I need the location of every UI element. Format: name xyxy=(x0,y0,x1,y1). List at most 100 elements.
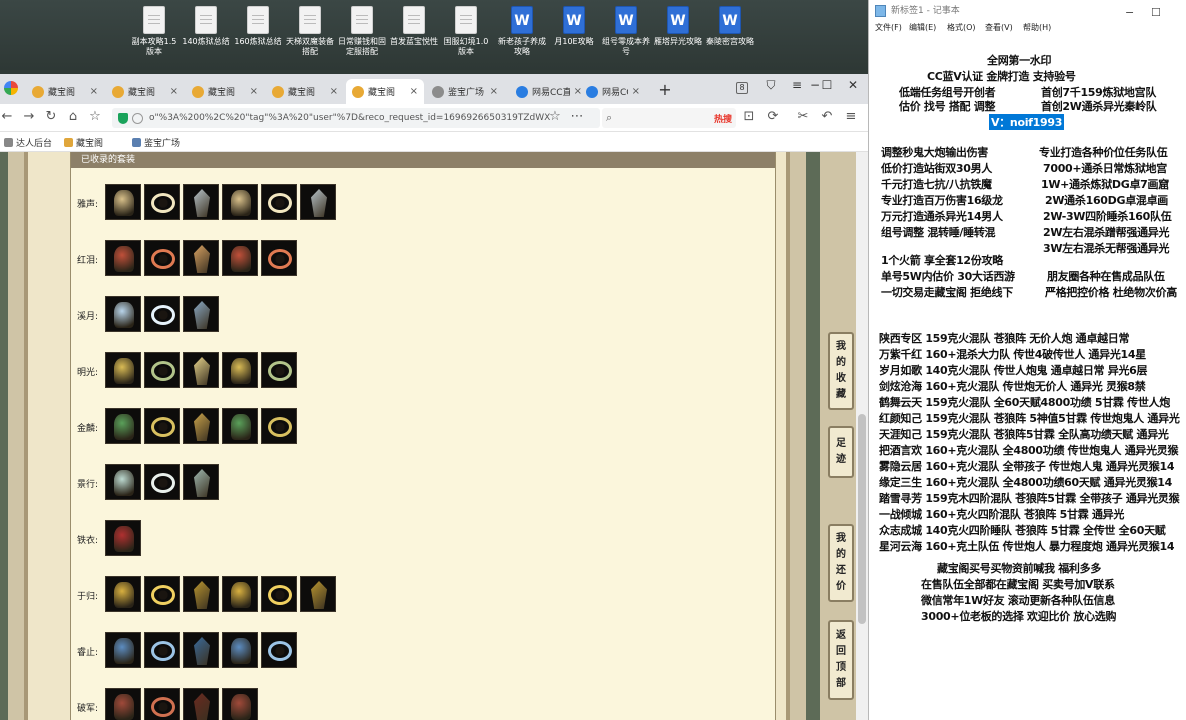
address-text[interactable]: o"%3A%200%2C%20"tag"%3A%20"user"%7D&reco… xyxy=(149,113,569,123)
desktop-icon[interactable]: 国服幻境1.0版本 xyxy=(440,6,492,57)
settings-menu-icon[interactable]: ≡ xyxy=(842,109,860,124)
outfit-item-icon[interactable] xyxy=(105,520,141,556)
sync-icon[interactable]: ⟳ xyxy=(764,109,782,124)
desktop-icon[interactable]: W 雁塔异光攻略 xyxy=(652,6,704,47)
hot-search-label[interactable]: 热搜 xyxy=(714,112,732,125)
desktop-icon[interactable]: W 组号零成本养号 xyxy=(600,6,652,57)
browser-tab[interactable]: 藏宝阁 × xyxy=(346,79,424,104)
reload-button[interactable]: ↻ xyxy=(42,109,60,124)
browser-tab[interactable]: 网易CC直播× xyxy=(510,79,588,104)
favorite-star-icon[interactable]: ☆ xyxy=(546,109,564,124)
outfit-item-icon[interactable] xyxy=(144,240,180,276)
desktop-icon[interactable]: 160炼狱总结 xyxy=(232,6,284,47)
outfit-item-icon[interactable] xyxy=(144,408,180,444)
forward-button[interactable]: → xyxy=(20,109,38,124)
bookmark-item[interactable]: 鉴宝广场 xyxy=(132,136,180,149)
outfit-item-icon[interactable] xyxy=(183,632,219,668)
outfit-item-icon[interactable] xyxy=(183,240,219,276)
tab-close-icon[interactable]: × xyxy=(250,86,258,97)
page-scrollbar[interactable] xyxy=(856,152,868,720)
tab-close-icon[interactable]: × xyxy=(490,86,498,97)
outfit-item-icon[interactable] xyxy=(261,408,297,444)
notepad-text-area[interactable]: 全网第一水印 CC蓝V认证 金牌打造 支持验号 低端任务组号开创者 首创7千159炼狱… xyxy=(869,36,1186,720)
notepad-menu-item[interactable]: 编辑(E) xyxy=(909,22,936,33)
desktop-icon[interactable]: 天梯双魔装备搭配 xyxy=(284,6,336,57)
close-window-button[interactable]: ✕ xyxy=(842,78,864,92)
notepad-menu-item[interactable]: 格式(O) xyxy=(947,22,976,33)
bookmark-item[interactable]: 达人后台 xyxy=(4,136,52,149)
outfit-item-icon[interactable] xyxy=(144,632,180,668)
outfit-item-icon[interactable] xyxy=(105,464,141,500)
outfit-item-icon[interactable] xyxy=(183,688,219,720)
outfit-item-icon[interactable] xyxy=(222,632,258,668)
outfit-item-icon[interactable] xyxy=(261,632,297,668)
scrollbar-thumb[interactable] xyxy=(858,414,866,624)
notepad-minimize-button[interactable]: − xyxy=(1125,2,1134,24)
desktop-icon[interactable]: 日常赚钱和固定服搭配 xyxy=(336,6,388,57)
outfit-item-icon[interactable] xyxy=(261,352,297,388)
outfit-item-icon[interactable] xyxy=(222,576,258,612)
tab-close-icon[interactable]: × xyxy=(90,86,98,97)
outfit-item-icon[interactable] xyxy=(144,464,180,500)
back-button[interactable]: ← xyxy=(0,109,16,124)
outfit-item-icon[interactable] xyxy=(144,352,180,388)
more-dots-icon[interactable]: ⋯ xyxy=(568,109,586,124)
desktop-icon[interactable]: 首发蓝宝悦性 xyxy=(388,6,440,47)
outfit-item-icon[interactable] xyxy=(183,296,219,332)
outfit-item-icon[interactable] xyxy=(222,352,258,388)
outfit-item-icon[interactable] xyxy=(105,184,141,220)
home-button[interactable]: ⌂ xyxy=(64,109,82,124)
tab-close-icon[interactable]: × xyxy=(410,86,418,97)
site-info-icon[interactable] xyxy=(132,112,143,124)
back-to-top-button[interactable]: 返回顶部 xyxy=(828,620,854,700)
outfit-item-icon[interactable] xyxy=(105,296,141,332)
outfit-item-icon[interactable] xyxy=(105,352,141,388)
browser-tab[interactable]: 网易CC × xyxy=(580,79,646,104)
notepad-menu-item[interactable]: 查看(V) xyxy=(985,22,1013,33)
new-tab-button[interactable]: + xyxy=(654,80,676,99)
bookmark-item[interactable]: 藏宝阁 xyxy=(64,136,103,149)
outfit-item-icon[interactable] xyxy=(105,688,141,720)
address-bar[interactable]: o"%3A%200%2C%20"tag"%3A%20"user"%7D&reco… xyxy=(112,108,600,128)
browser-logo-icon[interactable] xyxy=(4,81,18,95)
outfit-item-icon[interactable] xyxy=(105,576,141,612)
bookmark-star-icon[interactable]: ☆ xyxy=(86,109,104,124)
outfit-item-icon[interactable] xyxy=(144,576,180,612)
tab-close-icon[interactable]: × xyxy=(632,86,640,97)
outfit-item-icon[interactable] xyxy=(222,408,258,444)
desktop-icon[interactable]: 副本攻略1.5版本 xyxy=(128,6,180,57)
outfit-item-icon[interactable] xyxy=(222,184,258,220)
outfit-item-icon[interactable] xyxy=(261,184,297,220)
maximize-button[interactable]: ☐ xyxy=(816,78,838,92)
notepad-menu-item[interactable]: 帮助(H) xyxy=(1023,22,1051,33)
outfit-item-icon[interactable] xyxy=(300,184,336,220)
shield-tab-icon[interactable]: ⛉ xyxy=(760,78,782,93)
desktop-icon[interactable]: W 秦陵密宫攻略 xyxy=(704,6,756,47)
outfit-item-icon[interactable] xyxy=(105,632,141,668)
outfit-item-icon[interactable] xyxy=(300,576,336,612)
tab-close-icon[interactable]: × xyxy=(330,86,338,97)
outfit-item-icon[interactable] xyxy=(222,688,258,720)
outfit-item-icon[interactable] xyxy=(183,408,219,444)
outfit-item-icon[interactable] xyxy=(261,240,297,276)
outfit-item-icon[interactable] xyxy=(183,184,219,220)
search-box[interactable]: ⌕ 热搜 xyxy=(602,108,736,128)
outfit-item-icon[interactable] xyxy=(222,240,258,276)
undo-icon[interactable]: ↶ xyxy=(818,109,836,124)
browser-tab[interactable]: 藏宝阁 × xyxy=(186,79,264,104)
browser-tab[interactable]: 鉴宝广场 × xyxy=(426,79,504,104)
outfit-item-icon[interactable] xyxy=(183,352,219,388)
history-button[interactable]: 足迹 xyxy=(828,426,854,478)
outfit-item-icon[interactable] xyxy=(183,464,219,500)
outfit-item-icon[interactable] xyxy=(144,184,180,220)
outfit-item-icon[interactable] xyxy=(105,240,141,276)
outfit-item-icon[interactable] xyxy=(261,576,297,612)
tab-close-icon[interactable]: × xyxy=(170,86,178,97)
desktop-icon[interactable]: W 新老孩子养成攻略 xyxy=(496,6,548,57)
outfit-item-icon[interactable] xyxy=(144,296,180,332)
outfit-item-icon[interactable] xyxy=(144,688,180,720)
desktop-icon[interactable]: W 月10E攻略 xyxy=(548,6,600,47)
my-offers-button[interactable]: 我的还价 xyxy=(828,524,854,602)
browser-tab[interactable]: 藏宝阁 × xyxy=(266,79,344,104)
cut-icon[interactable]: ✂ xyxy=(794,109,812,124)
